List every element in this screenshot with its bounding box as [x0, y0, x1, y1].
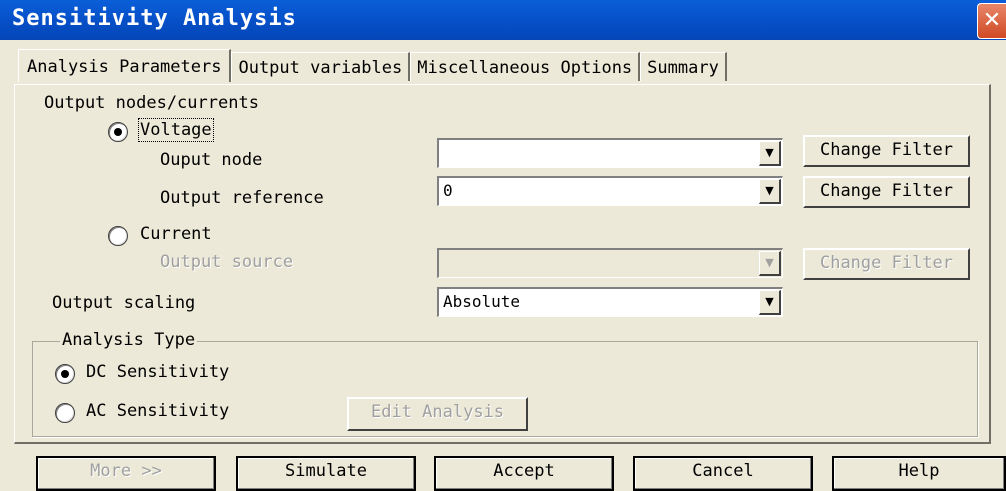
output-scaling-label: Output scaling: [52, 293, 196, 313]
tab-summary[interactable]: Summary: [640, 52, 727, 81]
chevron-down-icon[interactable]: ▼: [759, 251, 781, 276]
change-filter-button-reference[interactable]: Change Filter: [803, 176, 970, 208]
output-reference-value: 0: [443, 181, 453, 200]
output-scaling-value: Absolute: [443, 292, 521, 311]
edit-analysis-button[interactable]: Edit Analysis: [347, 397, 528, 431]
cancel-button[interactable]: Cancel: [633, 456, 813, 491]
help-button[interactable]: Help: [832, 456, 1006, 491]
dc-sensitivity-radio[interactable]: [55, 364, 75, 384]
output-reference-dropdown[interactable]: 0 ▼: [437, 176, 783, 206]
current-radio[interactable]: [108, 226, 128, 246]
output-reference-label: Output reference: [160, 188, 324, 208]
tab-output-variables[interactable]: Output variables: [231, 52, 411, 81]
voltage-label[interactable]: Voltage: [138, 118, 214, 142]
more-button[interactable]: More >>: [36, 456, 216, 491]
tab-miscellaneous-options[interactable]: Miscellaneous Options: [410, 52, 641, 81]
chevron-down-icon[interactable]: ▼: [759, 290, 781, 315]
output-nodes-label: Output nodes/currents: [44, 93, 259, 113]
current-label[interactable]: Current: [140, 224, 212, 244]
output-scaling-dropdown[interactable]: Absolute ▼: [437, 287, 783, 317]
voltage-radio[interactable]: [108, 122, 128, 142]
title-bar[interactable]: Sensitivity Analysis ✕: [0, 0, 1006, 40]
output-source-label: Output source: [160, 252, 294, 272]
change-filter-button-node[interactable]: Change Filter: [803, 135, 970, 167]
ac-sensitivity-radio[interactable]: [55, 403, 75, 423]
tab-strip: Analysis Parameters Output variables Mis…: [18, 49, 727, 82]
output-node-dropdown[interactable]: ▼: [437, 138, 783, 168]
chevron-down-icon[interactable]: ▼: [759, 141, 781, 166]
ac-sensitivity-label[interactable]: AC Sensitivity: [86, 401, 229, 421]
simulate-button[interactable]: Simulate: [236, 456, 416, 491]
chevron-down-icon[interactable]: ▼: [759, 179, 781, 204]
accept-button[interactable]: Accept: [434, 456, 614, 491]
dc-sensitivity-label[interactable]: DC Sensitivity: [86, 362, 229, 382]
close-icon[interactable]: ✕: [977, 3, 1006, 39]
output-source-dropdown[interactable]: ▼: [437, 248, 783, 278]
window-title: Sensitivity Analysis: [12, 6, 297, 31]
analysis-type-label: Analysis Type: [60, 330, 198, 350]
change-filter-button-source[interactable]: Change Filter: [803, 248, 970, 280]
tab-analysis-parameters[interactable]: Analysis Parameters: [18, 49, 232, 82]
output-node-label: Ouput node: [160, 150, 263, 170]
